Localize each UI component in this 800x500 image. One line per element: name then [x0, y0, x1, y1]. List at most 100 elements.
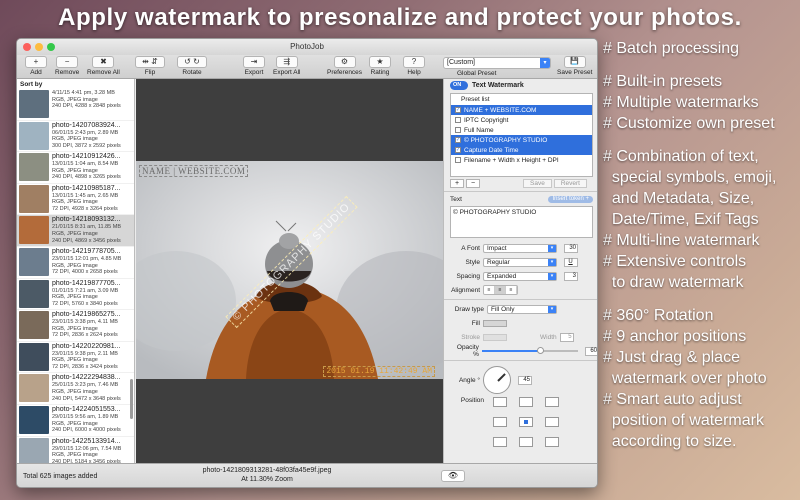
export-all-button[interactable]: ⇶ Export All: [273, 56, 300, 76]
flip-button[interactable]: ⇹ ⇵ Flip: [135, 56, 165, 76]
preferences-button[interactable]: ⚙ Preferences: [327, 56, 362, 76]
preset-item[interactable]: IPTC Copyright: [451, 115, 592, 125]
preset-item[interactable]: Filename + Width x Height + DPI: [451, 155, 592, 165]
opacity-slider[interactable]: [481, 347, 579, 354]
list-item[interactable]: photo-14222294838... 25/01/15 3:23 pm, 7.…: [17, 373, 134, 405]
add-button[interactable]: + Add: [25, 56, 47, 76]
help-button[interactable]: ? Help: [403, 56, 425, 76]
export-button[interactable]: ⇥ Export: [243, 56, 265, 76]
anchor-middle-right[interactable]: [545, 417, 559, 427]
anchor-center[interactable]: [519, 417, 533, 427]
opacity-input[interactable]: 60: [585, 346, 597, 356]
list-item[interactable]: photo-14219865275... 23/01/15 3:38 pm, 4.…: [17, 310, 134, 342]
preset-checkbox[interactable]: [455, 157, 461, 163]
preset-checkbox[interactable]: ✓: [455, 137, 461, 143]
list-item[interactable]: 4/11/15 4:41 pm, 3.28 MB RGB, JPEG image 2…: [17, 89, 134, 121]
preset-checkbox[interactable]: ✓: [455, 147, 461, 153]
list-item[interactable]: photo-14219877705... 01/01/15 7:21 am, 3.…: [17, 279, 134, 311]
preset-item[interactable]: Full Name: [451, 125, 592, 135]
align-right-button[interactable]: ≡: [506, 286, 517, 294]
thumbnail-size: 72 DPI, 2836 x 3424 pixels: [52, 363, 118, 370]
remove-button[interactable]: − Remove: [55, 56, 79, 76]
sort-by-button[interactable]: Sort by: [17, 79, 134, 89]
opacity-slider-knob[interactable]: [536, 347, 544, 354]
list-item[interactable]: photo-14207083924... 06/01/15 2:43 pm, 2.…: [17, 121, 134, 153]
angle-dial[interactable]: [483, 366, 511, 394]
watermark-text-input[interactable]: © PHOTOGRAPHY STUDIO: [450, 206, 593, 238]
save-button[interactable]: Save: [523, 179, 552, 188]
list-item[interactable]: photo-14225133914... 29/01/15 12:06 pm, 7…: [17, 437, 134, 463]
fill-color-well[interactable]: [483, 319, 507, 327]
flip-vertical-icon[interactable]: ⇵: [151, 57, 158, 66]
preset-item[interactable]: ✓ © PHOTOGRAPHY STUDIO: [451, 135, 592, 145]
anchor-top-left[interactable]: [493, 397, 507, 407]
anchor-middle-left[interactable]: [493, 417, 507, 427]
watermark-date[interactable]: 2015 01.19 11:42:49 AM: [323, 366, 435, 377]
feature-line: special symbols, emoji,: [603, 169, 777, 186]
preset-checkbox[interactable]: ✓: [455, 107, 461, 113]
close-button[interactable]: [23, 43, 31, 51]
list-item[interactable]: photo-14210985187... 13/01/15 1:45 am, 2.…: [17, 184, 134, 216]
save-preset-button[interactable]: 💾 Save Preset: [557, 56, 592, 76]
thumbnail-size: 240 DPI, 4869 x 3456 pixels: [52, 237, 121, 244]
export-all-label: Export All: [273, 69, 301, 76]
thumbnail-date: 23/01/15 12:01 pm, 4.85 MB: [52, 255, 122, 262]
font-select[interactable]: Impact ▾: [483, 243, 557, 253]
stroke-color-well[interactable]: [483, 333, 507, 341]
thumbnail-date: 29/01/15 9:56 am, 1.89 MB: [52, 413, 119, 420]
angle-input[interactable]: 45: [518, 375, 532, 385]
stroke-label: Stroke: [461, 333, 480, 341]
add-preset-button[interactable]: +: [450, 179, 464, 188]
insert-token-button[interactable]: Insert token +: [548, 196, 593, 203]
style-select[interactable]: Regular ▾: [483, 257, 557, 267]
anchor-bottom-right[interactable]: [545, 437, 559, 447]
anchor-top-right[interactable]: [545, 397, 559, 407]
stroke-width-input[interactable]: 5: [559, 332, 574, 342]
anchor-bottom-center[interactable]: [519, 437, 533, 447]
list-item[interactable]: photo-14210912426... 13/01/15 1:04 am, 8.…: [17, 152, 134, 184]
alignment-label: Alignment: [451, 286, 480, 294]
feature-group: # Built-in presets # Multiple watermarks #…: [603, 71, 798, 134]
preset-item[interactable]: ✓ NAME + WEBSITE.COM: [451, 105, 592, 115]
preset-checkbox[interactable]: [455, 127, 461, 133]
spacing-input[interactable]: 3: [564, 271, 578, 281]
align-left-button[interactable]: ≡: [484, 286, 495, 294]
font-size-input[interactable]: 30: [564, 243, 578, 253]
rotate-right-icon[interactable]: ↻: [193, 57, 200, 66]
remove-preset-button[interactable]: −: [466, 179, 480, 188]
thumbnail-name: photo-14219778705...: [52, 247, 121, 255]
remove-all-button[interactable]: ✖ Remove All: [87, 56, 120, 76]
thumbnail-info: photo-14210985187... 13/01/15 1:45 am, 2.…: [52, 185, 121, 214]
revert-button[interactable]: Revert: [553, 179, 587, 188]
preset-checkbox[interactable]: [455, 117, 461, 123]
rotate-left-icon[interactable]: ↺: [184, 57, 191, 66]
list-item[interactable]: photo-14218093132... 21/01/15 8:31 am, 11…: [17, 215, 134, 247]
draw-type-select[interactable]: Fill Only ▾: [487, 304, 557, 314]
watermark-toggle[interactable]: ON: [450, 80, 468, 90]
underline-button[interactable]: U: [564, 257, 578, 267]
help-icon: ?: [403, 56, 425, 68]
feature-line: and Metadata, Size,: [603, 190, 755, 207]
watermark-name[interactable]: NAME | WEBSITE.COM: [139, 165, 249, 177]
list-item[interactable]: photo-14220220981... 23/01/15 9:38 pm, 2.…: [17, 342, 134, 374]
list-item[interactable]: photo-14219778705... 23/01/15 12:01 pm, 4…: [17, 247, 134, 279]
thumbnail-info: photo-14224051553... 29/01/15 9:56 am, 1.…: [52, 406, 121, 435]
flip-horizontal-icon[interactable]: ⇹: [142, 57, 149, 66]
global-preset-select[interactable]: [Custom] ▾: [443, 57, 551, 69]
minimize-button[interactable]: [35, 43, 43, 51]
align-center-button[interactable]: ≡: [495, 286, 506, 294]
spacing-select[interactable]: Expanded ▾: [483, 271, 557, 281]
save-preset-label: Save Preset: [557, 69, 593, 76]
stroke-row: Stroke Width 5: [444, 330, 597, 344]
anchor-top-center[interactable]: [519, 397, 533, 407]
eye-icon[interactable]: 👁: [441, 470, 465, 482]
thumbnail-image: [19, 247, 49, 276]
sidebar-scrollbar[interactable]: [130, 379, 133, 419]
anchor-bottom-left[interactable]: [493, 437, 507, 447]
preset-item[interactable]: ✓ Capture Date Time: [451, 145, 592, 155]
rotate-button[interactable]: ↺ ↻ Rotate: [177, 56, 207, 76]
preview-photo[interactable]: NAME | WEBSITE.COM © PHOTOGRAPHY STUDIO …: [136, 161, 443, 379]
zoom-button[interactable]: [47, 43, 55, 51]
rating-button[interactable]: ★ Rating: [369, 56, 391, 76]
list-item[interactable]: photo-14224051553... 29/01/15 9:56 am, 1.…: [17, 405, 134, 437]
